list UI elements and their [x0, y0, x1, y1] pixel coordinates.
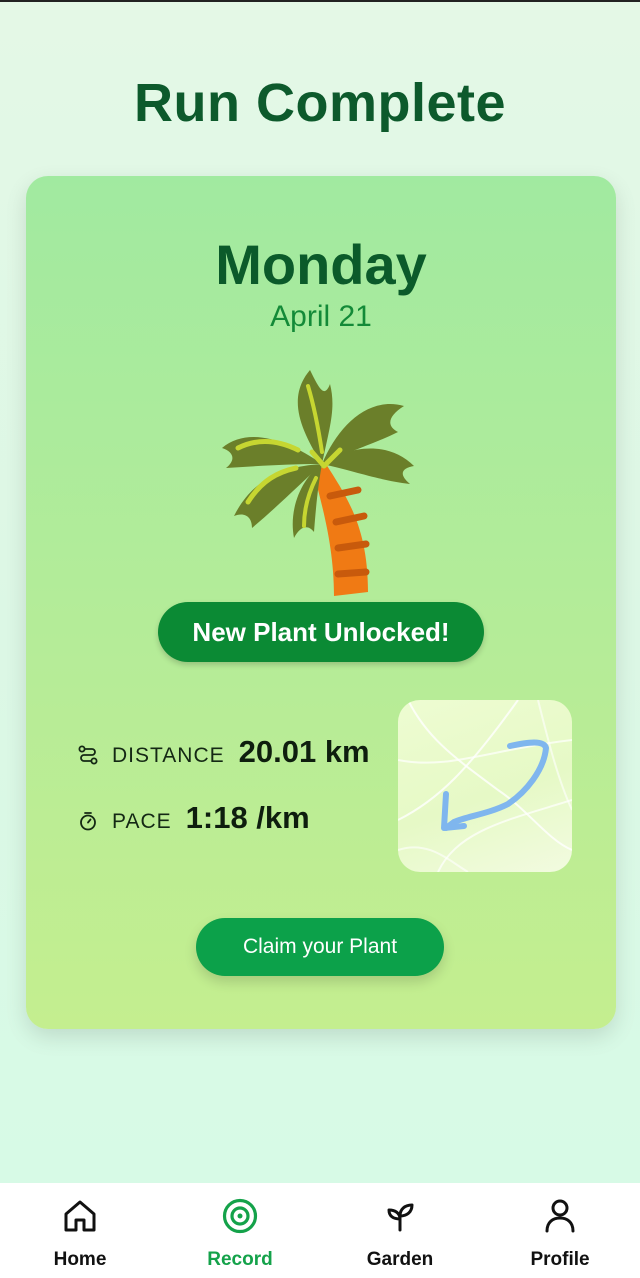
nav-label-garden: Garden: [366, 1249, 434, 1270]
route-map[interactable]: [398, 700, 572, 872]
page-title: Run Complete: [133, 73, 506, 133]
bottom-navigation: Home Record Garden Profile: [0, 1183, 640, 1278]
stopwatch-icon: [80, 812, 96, 831]
pace-label: PACE: [112, 810, 172, 833]
nav-item-garden[interactable]: Garden: [320, 1183, 480, 1278]
nav-item-profile[interactable]: Profile: [480, 1183, 640, 1278]
nav-label-profile: Profile: [530, 1249, 590, 1270]
day-heading: Monday: [215, 233, 427, 296]
palm-tree-illustration: [222, 370, 414, 596]
claim-plant-button[interactable]: Claim your Plant: [196, 918, 444, 976]
pace-stat: PACE 1:18 /km: [78, 800, 310, 836]
new-plant-unlocked-badge: New Plant Unlocked!: [158, 602, 484, 662]
sprout-icon: [387, 1203, 414, 1232]
distance-label: DISTANCE: [112, 744, 225, 767]
route-icon: [78, 745, 98, 765]
nav-item-record[interactable]: Record: [160, 1183, 320, 1278]
run-summary-card: Monday April 21 New Plant Unlocked! DIST…: [26, 176, 616, 1029]
record-icon: [222, 1198, 258, 1234]
date-subheading: April 21: [270, 300, 372, 333]
distance-value: 20.01 km: [238, 734, 370, 769]
nav-item-home[interactable]: Home: [0, 1183, 160, 1278]
nav-label-record: Record: [207, 1249, 273, 1270]
nav-label-home: Home: [53, 1249, 107, 1270]
home-icon: [64, 1200, 96, 1232]
pace-value: 1:18 /km: [185, 800, 310, 835]
distance-stat: DISTANCE 20.01 km: [78, 734, 370, 770]
person-icon: [545, 1199, 575, 1233]
